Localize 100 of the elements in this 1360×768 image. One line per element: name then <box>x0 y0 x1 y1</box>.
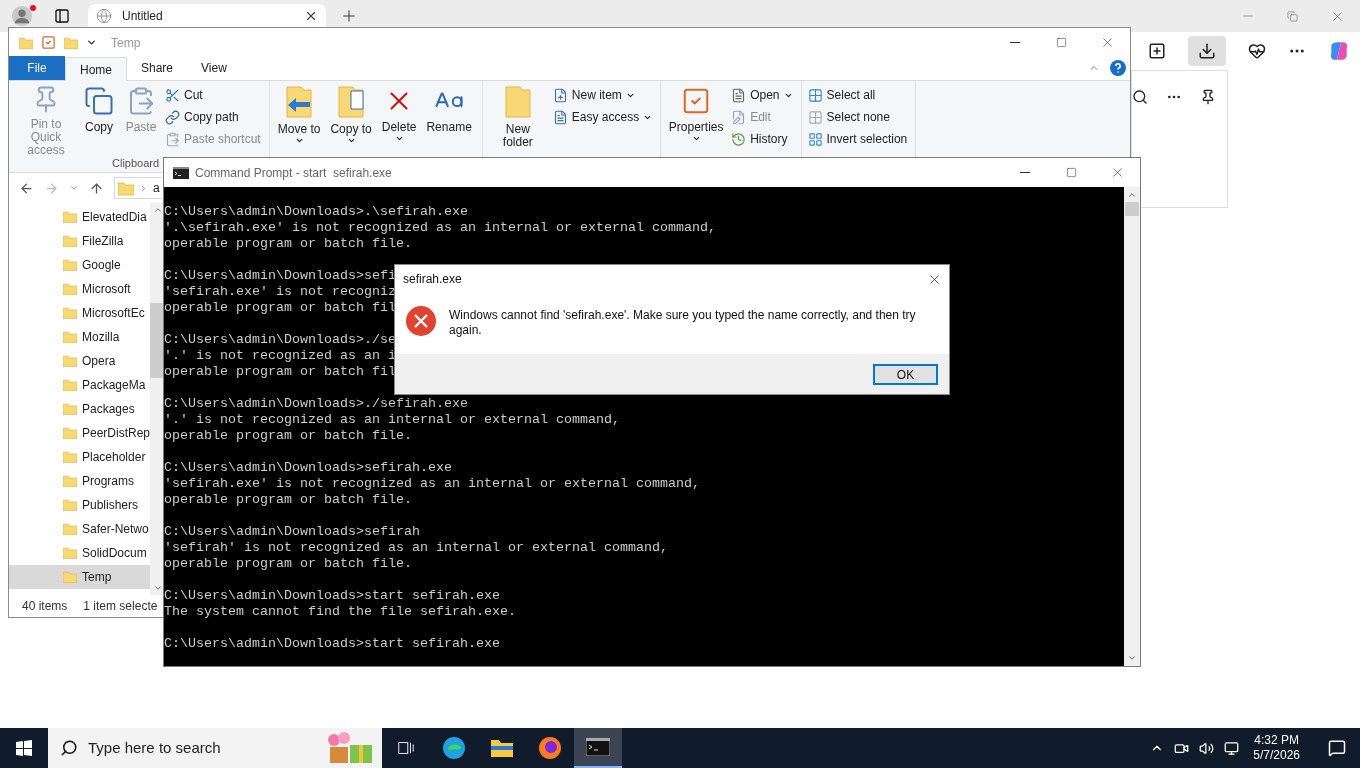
nav-item[interactable]: PackageMa <box>9 373 151 397</box>
nav-item[interactable]: Placeholder <box>9 445 151 469</box>
console-line: C:\Users\admin\Downloads>sefirah <box>164 524 420 540</box>
console-line: C:\Users\admin\Downloads>sefi <box>164 268 396 284</box>
ribbon-button[interactable]: New folder <box>486 81 549 157</box>
browser-tab[interactable]: Untitled <box>88 4 326 27</box>
nav-item[interactable]: Temp <box>9 565 151 589</box>
folder-icon <box>63 307 77 319</box>
folder-icon <box>63 523 77 535</box>
ribbon-button[interactable]: Rename <box>422 81 476 157</box>
task-view-icon <box>397 739 415 757</box>
folder-icon <box>63 331 77 343</box>
scroll-down-icon[interactable] <box>152 583 163 593</box>
nav-item[interactable]: SolidDocum <box>9 541 151 565</box>
nav-item[interactable]: Mozilla <box>9 325 151 349</box>
nav-item[interactable]: MicrosoftEc <box>9 301 151 325</box>
network-icon[interactable] <box>1224 740 1240 756</box>
console-line: C:\Users\admin\Downloads>start sefirah.exe <box>164 588 500 604</box>
caret-icon <box>691 134 701 143</box>
tab-actions-icon[interactable] <box>54 8 70 24</box>
nav-item[interactable]: Publishers <box>9 493 151 517</box>
console-line: operable program or batch fil <box>164 300 396 316</box>
scroll-down-icon[interactable] <box>1127 653 1137 663</box>
nav-item[interactable]: Opera <box>9 349 151 373</box>
error-icon <box>405 305 437 337</box>
console-line: '.' is not recognized as an internal or external command, <box>164 412 620 428</box>
ribbon-button[interactable]: Invert selection <box>805 128 910 150</box>
item-count: 40 items <box>22 598 68 615</box>
browser-essentials-icon[interactable] <box>1248 42 1266 60</box>
scroll-up-icon[interactable] <box>1127 190 1137 200</box>
folder-icon <box>63 499 77 511</box>
ribbon-tab[interactable]: Home <box>65 57 127 81</box>
console-line: The system cannot find the file sefirah.exe. <box>164 604 516 620</box>
terminal-icon <box>586 738 610 756</box>
nav-item[interactable]: Safer-Netwo <box>9 517 151 541</box>
ribbon-button[interactable]: Select all <box>805 84 910 106</box>
console-line: C:\Users\admin\Downloads>sefirah.exe <box>164 460 452 476</box>
ok-button[interactable]: OK <box>873 363 938 385</box>
volume-icon[interactable] <box>1199 740 1215 756</box>
ribbon-button[interactable]: New item <box>550 84 655 106</box>
nav-item[interactable]: Packages <box>9 397 151 421</box>
error-message: Windows cannot find 'sefirah.exe'. Make sure you typed the name correctly, and then try again. <box>449 307 917 338</box>
copilot-icon[interactable] <box>1328 40 1350 62</box>
search-icon <box>60 739 78 757</box>
dropdown-icon[interactable] <box>86 37 97 48</box>
ribbon-button[interactable]: Properties <box>665 81 728 157</box>
nav-item[interactable]: Google <box>9 253 151 277</box>
ribbon-button[interactable]: Cut <box>163 84 263 106</box>
ribbon-button[interactable]: Move to <box>273 81 325 157</box>
search-icon[interactable] <box>1132 89 1148 105</box>
pin-icon[interactable] <box>1200 89 1216 105</box>
back-icon[interactable] <box>19 180 34 196</box>
folder-icon <box>63 259 77 271</box>
collections-icon[interactable] <box>1148 42 1166 60</box>
edit-icon <box>731 109 747 125</box>
taskbar-app[interactable] <box>574 728 622 768</box>
file-tab[interactable]: File <box>9 56 65 80</box>
ribbon-tab[interactable]: View <box>187 56 241 80</box>
nav-item[interactable]: PeerDistRep <box>9 421 151 445</box>
downloads-button[interactable] <box>1188 36 1226 66</box>
ribbon-tab[interactable]: Share <box>127 56 188 80</box>
breadcrumb[interactable]: a <box>153 179 160 197</box>
restore-icon <box>1287 10 1298 22</box>
properties-icon[interactable] <box>41 35 56 50</box>
console-line: operable program or batch file. <box>164 556 412 572</box>
ribbon-button[interactable]: Copy <box>79 81 119 157</box>
globe-icon <box>96 7 112 24</box>
nav-item[interactable]: FileZilla <box>9 229 151 253</box>
folder-icon <box>64 35 78 50</box>
select-none-icon <box>807 109 823 125</box>
terminal-icon <box>173 166 189 179</box>
ribbon-button[interactable]: Delete <box>377 81 421 157</box>
ribbon-button[interactable]: Copy path <box>163 106 263 128</box>
clock[interactable]: 4:32 PM 5/7/2026 <box>1249 733 1304 763</box>
ribbon-button[interactable]: Open <box>729 84 795 106</box>
ribbon-button[interactable]: Copy to <box>326 81 376 157</box>
folder-icon <box>63 547 77 559</box>
folder-icon <box>63 355 77 367</box>
nav-item[interactable]: ElevatedDia <box>9 205 151 229</box>
scroll-up-icon[interactable] <box>152 205 163 215</box>
ribbon-button[interactable]: Select none <box>805 106 910 128</box>
scroll-thumb[interactable] <box>1125 202 1139 216</box>
address-bar[interactable]: a <box>114 177 162 199</box>
folder-pages-icon <box>336 85 367 119</box>
new-tab-icon[interactable] <box>340 7 358 25</box>
notifications-icon[interactable] <box>1328 739 1346 757</box>
shortcut-icon <box>165 131 180 147</box>
search-box[interactable]: Type here to search <box>48 728 382 768</box>
folder-icon <box>63 211 77 223</box>
nav-item[interactable]: Programs <box>9 469 151 493</box>
help-icon[interactable] <box>1110 60 1126 76</box>
ribbon-button[interactable]: History <box>729 128 795 150</box>
ribbon-button[interactable]: Easy access <box>550 106 655 128</box>
profile-icon[interactable] <box>11 5 33 27</box>
scrollbar[interactable] <box>1124 187 1140 666</box>
nav-item[interactable]: Microsoft <box>9 277 151 301</box>
up-icon[interactable] <box>89 180 104 196</box>
folder-icon <box>502 85 533 119</box>
pages-icon <box>84 85 114 117</box>
select-all-icon <box>807 87 823 103</box>
